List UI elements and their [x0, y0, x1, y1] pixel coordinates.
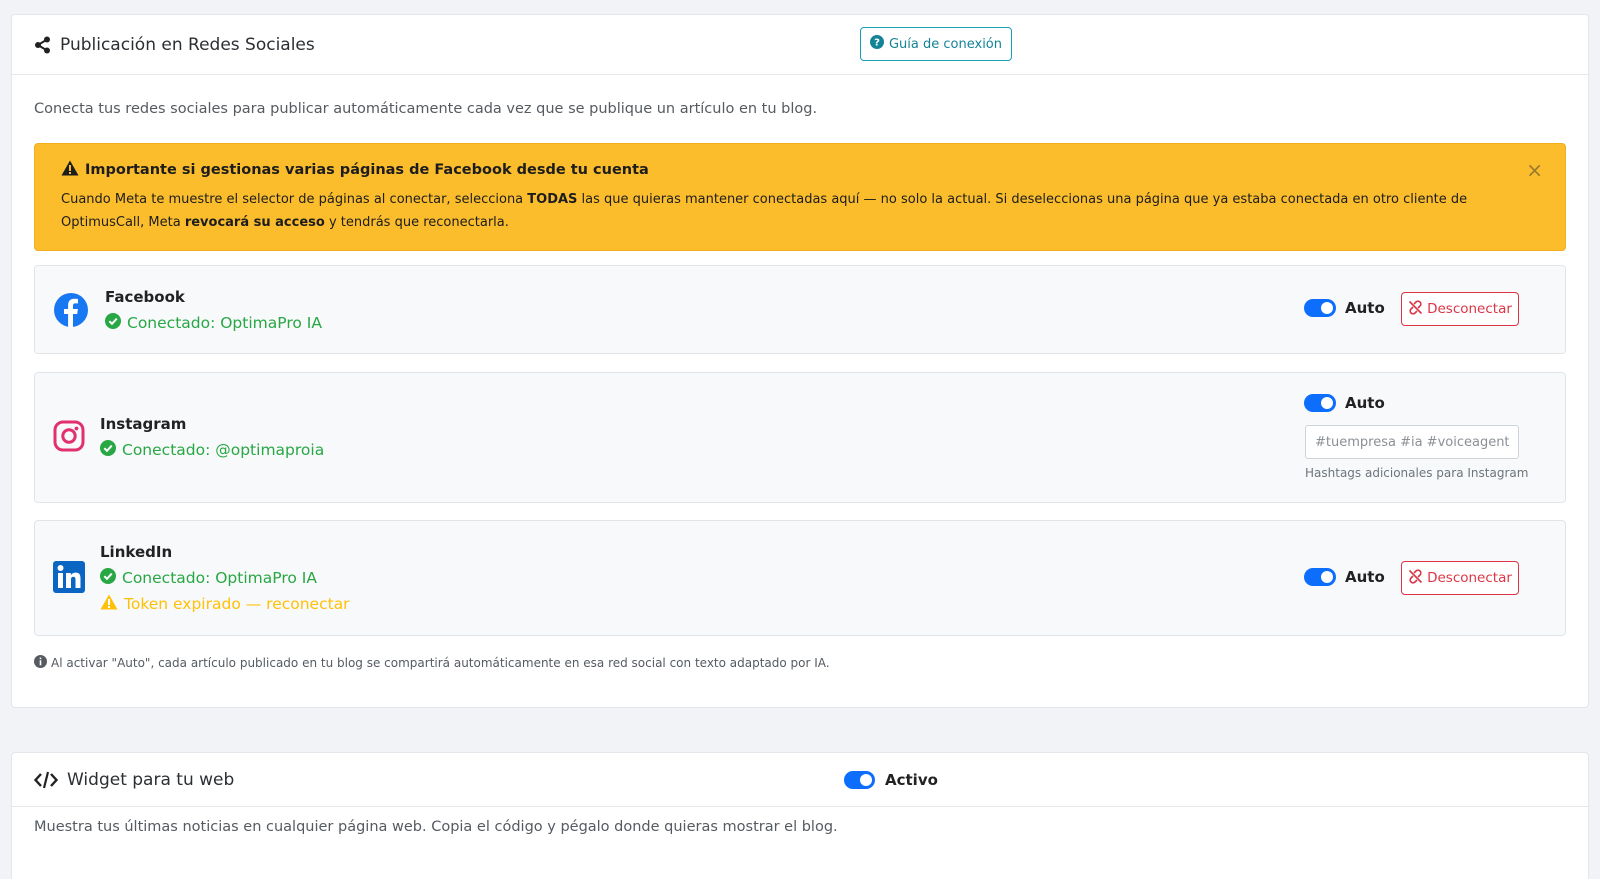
- warning-triangle-icon: [61, 160, 79, 180]
- facebook-auto-toggle[interactable]: Auto: [1304, 299, 1385, 317]
- connection-guide-button[interactable]: ? Guía de conexión: [860, 27, 1012, 61]
- info-circle-icon: [34, 655, 47, 671]
- instagram-icon: [53, 420, 85, 456]
- facebook-status-text: Conectado: OptimaPro IA: [127, 314, 322, 332]
- instagram-auto-switch[interactable]: [1304, 394, 1336, 412]
- instagram-auto-toggle[interactable]: Auto: [1304, 394, 1385, 412]
- alert-body-bold-1: TODAS: [527, 192, 578, 207]
- warning-triangle-icon: [100, 594, 118, 614]
- alert-body: Cuando Meta te muestre el selector de pá…: [61, 188, 1539, 234]
- linkedin-disconnect-label: Desconectar: [1427, 570, 1512, 586]
- auto-footnote-text: Al activar "Auto", cada artículo publica…: [51, 656, 830, 670]
- social-card-title-wrap: Publicación en Redes Sociales: [34, 15, 315, 75]
- linkedin-status: Conectado: OptimaPro IA: [100, 568, 317, 588]
- unlink-icon: [1408, 568, 1423, 588]
- facebook-disconnect-label: Desconectar: [1427, 301, 1512, 317]
- widget-active-label: Activo: [885, 771, 938, 789]
- alert-close-button[interactable]: ×: [1526, 158, 1543, 182]
- alert-body-bold-2: revocará su acceso: [184, 215, 325, 230]
- widget-card-title-wrap: Widget para tu web: [34, 753, 234, 807]
- facebook-status: Conectado: OptimaPro IA: [105, 313, 322, 333]
- widget-card-header: Widget para tu web Activo: [12, 753, 1588, 807]
- facebook-auto-label: Auto: [1345, 299, 1385, 317]
- linkedin-disconnect-button[interactable]: Desconectar: [1401, 561, 1519, 595]
- widget-card-title: Widget para tu web: [67, 770, 235, 790]
- widget-card: Widget para tu web Activo Muestra tus úl…: [11, 752, 1589, 879]
- alert-body-part-3: y tendrás que reconectarla.: [324, 215, 509, 230]
- auto-footnote: Al activar "Auto", cada artículo publica…: [34, 655, 830, 671]
- social-intro-text: Conecta tus redes sociales para publicar…: [34, 101, 818, 117]
- facebook-pages-alert: Importante si gestionas varias páginas d…: [34, 143, 1566, 251]
- widget-active-switch[interactable]: [844, 771, 875, 789]
- check-circle-icon: [100, 568, 116, 588]
- code-icon: [34, 771, 58, 789]
- connection-guide-label: Guía de conexión: [888, 36, 1002, 52]
- facebook-auto-switch[interactable]: [1304, 299, 1336, 317]
- alert-title-row: Importante si gestionas varias páginas d…: [61, 160, 1539, 180]
- linkedin-auto-toggle[interactable]: Auto: [1304, 568, 1385, 586]
- check-circle-icon: [100, 440, 116, 460]
- linkedin-token-warning[interactable]: Token expirado — reconectar: [100, 594, 350, 614]
- instagram-auto-label: Auto: [1345, 394, 1385, 412]
- alert-title: Importante si gestionas varias páginas d…: [85, 162, 649, 178]
- instagram-status-text: Conectado: @optimaproia: [122, 441, 325, 459]
- widget-active-toggle[interactable]: Activo: [844, 753, 938, 807]
- check-circle-icon: [105, 313, 121, 333]
- instagram-name: Instagram: [100, 415, 187, 433]
- instagram-connection-row: Instagram Conectado: @optimaproia Auto H…: [34, 372, 1566, 503]
- linkedin-auto-switch[interactable]: [1304, 568, 1336, 586]
- linkedin-icon: [53, 561, 85, 597]
- alert-body-part-1: Cuando Meta te muestre el selector de pá…: [61, 192, 528, 207]
- unlink-icon: [1408, 299, 1423, 319]
- linkedin-connection-row: LinkedIn Conectado: OptimaPro IA Token e…: [34, 520, 1566, 636]
- facebook-name: Facebook: [105, 288, 185, 306]
- social-publishing-card: Publicación en Redes Sociales ? Guía de …: [11, 14, 1589, 708]
- linkedin-status-text: Conectado: OptimaPro IA: [122, 569, 317, 587]
- social-card-header: Publicación en Redes Sociales ? Guía de …: [12, 15, 1588, 75]
- instagram-hashtags-help: Hashtags adicionales para Instagram: [1305, 466, 1529, 480]
- share-icon: [34, 36, 51, 54]
- widget-intro-text: Muestra tus últimas noticias en cualquie…: [34, 819, 838, 835]
- linkedin-token-warning-text: Token expirado — reconectar: [124, 595, 350, 613]
- instagram-status: Conectado: @optimaproia: [100, 440, 324, 460]
- facebook-disconnect-button[interactable]: Desconectar: [1401, 292, 1519, 326]
- svg-text:?: ?: [874, 38, 880, 49]
- facebook-icon: [53, 292, 89, 332]
- facebook-connection-row: Facebook Conectado: OptimaPro IA Auto De…: [34, 265, 1566, 354]
- social-card-title: Publicación en Redes Sociales: [60, 35, 315, 55]
- linkedin-name: LinkedIn: [100, 543, 173, 561]
- instagram-hashtags-input[interactable]: [1305, 425, 1519, 459]
- linkedin-auto-label: Auto: [1345, 568, 1385, 586]
- question-circle-icon: ?: [869, 35, 884, 53]
